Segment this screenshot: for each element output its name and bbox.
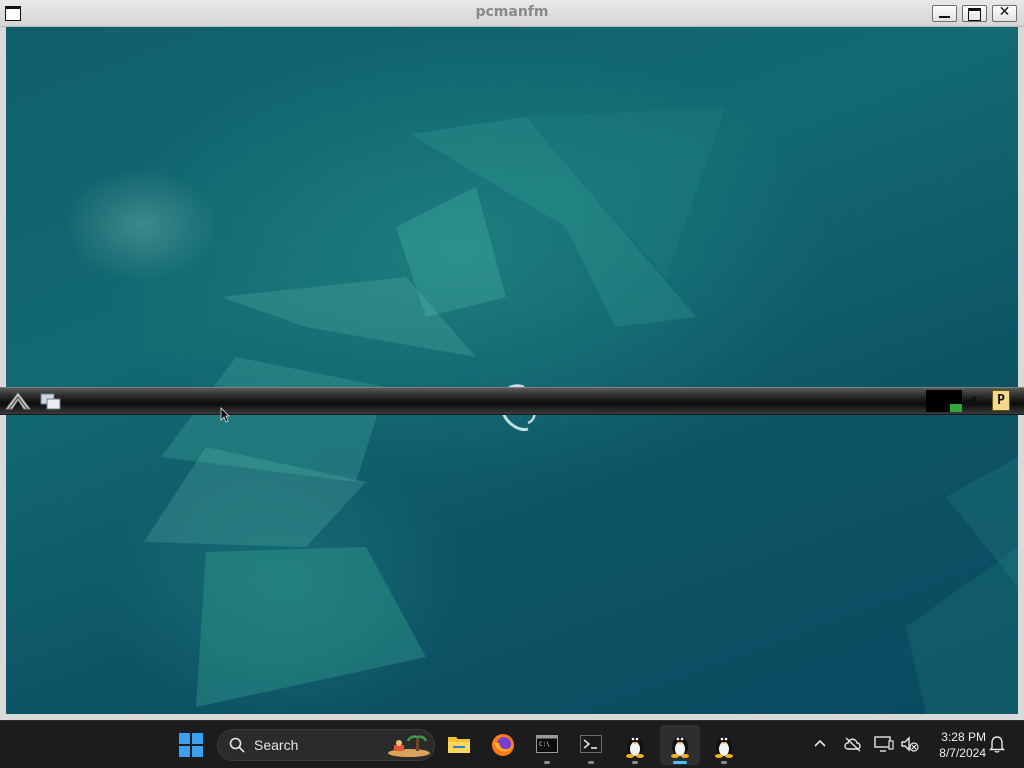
start-button[interactable]	[171, 725, 211, 765]
show-desktop-icon[interactable]	[40, 393, 62, 411]
cpu-usage-bar	[950, 404, 962, 412]
tux-icon	[671, 737, 689, 758]
lxde-menu-icon[interactable]	[4, 389, 32, 413]
search-highlight-icon	[388, 735, 430, 757]
window-title: pcmanfm	[475, 4, 549, 20]
pcmanfm-window: pcmanfm ✕	[0, 0, 1024, 720]
close-icon: ✕	[998, 4, 1011, 20]
search-icon	[229, 737, 245, 753]
cloud-off-icon[interactable]	[843, 735, 863, 753]
taskbar-linux-app-3[interactable]	[704, 725, 744, 765]
taskbar-file-explorer[interactable]	[439, 725, 479, 765]
firefox-icon	[492, 734, 514, 756]
close-button[interactable]: ✕	[992, 4, 1017, 22]
taskbar-terminal[interactable]: C:\	[527, 725, 567, 765]
lxde-panel: ◀ P	[0, 387, 1024, 415]
minimize-button[interactable]	[932, 5, 957, 22]
taskbar-powershell[interactable]	[571, 725, 611, 765]
window-titlebar[interactable]: pcmanfm ✕	[0, 0, 1024, 27]
powershell-icon	[580, 735, 602, 753]
minimize-icon	[939, 16, 950, 18]
windows-taskbar: Search C:\ 3:28 PM 8/7/2024	[0, 720, 1024, 768]
arrow-left-icon: ◀	[964, 391, 977, 410]
chevron-up-icon[interactable]	[812, 735, 828, 751]
display-icon[interactable]	[874, 735, 894, 753]
svg-text:C:\: C:\	[539, 741, 550, 748]
file-explorer-icon	[448, 737, 470, 753]
notification-bell-icon[interactable]	[988, 735, 1006, 753]
running-indicator	[673, 761, 687, 764]
speaker-muted-icon[interactable]	[900, 735, 920, 753]
running-indicator	[588, 761, 594, 764]
clipboard-icon[interactable]: P	[992, 390, 1010, 411]
desktop-wallpaper[interactable]	[6, 27, 1018, 714]
terminal-icon: C:\	[536, 735, 558, 753]
clock-date: 8/7/2024	[939, 746, 986, 760]
desktop-screen: pcmanfm ✕ ◀ P Search C:\ 3:28 PM 8/7/202…	[0, 0, 1024, 768]
search-input[interactable]: Search	[217, 729, 435, 761]
search-placeholder: Search	[254, 737, 299, 753]
system-clock[interactable]: 3:28 PM 8/7/2024	[928, 729, 986, 761]
taskbar-firefox[interactable]	[483, 725, 523, 765]
running-indicator	[632, 761, 638, 764]
taskbar-linux-app-2[interactable]	[660, 725, 700, 765]
maximize-icon	[968, 8, 981, 21]
mouse-cursor-icon	[220, 407, 230, 423]
running-indicator	[721, 761, 727, 764]
running-indicator	[544, 761, 550, 764]
maximize-button[interactable]	[962, 5, 987, 22]
clock-time: 3:28 PM	[941, 730, 986, 744]
tux-icon	[715, 737, 733, 758]
wallpaper-shards	[144, 107, 1018, 714]
taskbar-linux-app-1[interactable]	[615, 725, 655, 765]
tux-icon	[626, 737, 644, 758]
